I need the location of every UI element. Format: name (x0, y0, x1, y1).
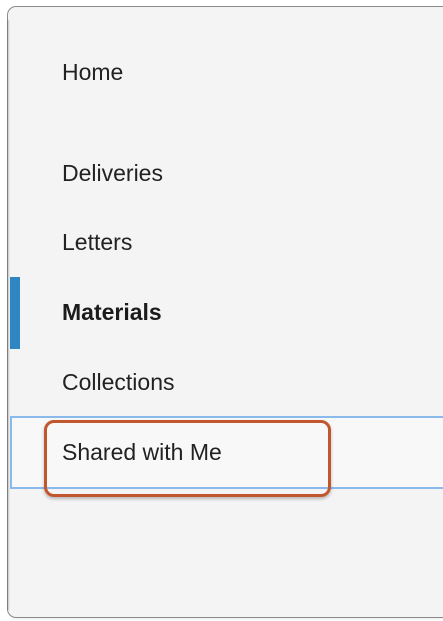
sidebar-item-materials[interactable]: Materials (62, 298, 162, 326)
sidebar-item-collections[interactable]: Collections (62, 368, 175, 396)
sidebar-item-home[interactable]: Home (62, 58, 123, 86)
active-item-indicator (10, 277, 20, 349)
sidebar-item-letters[interactable]: Letters (62, 228, 132, 256)
page: Home Deliveries Letters Materials Collec… (0, 0, 443, 621)
sidebar-item-deliveries[interactable]: Deliveries (62, 159, 163, 187)
annotation-highlight-box (44, 420, 331, 497)
